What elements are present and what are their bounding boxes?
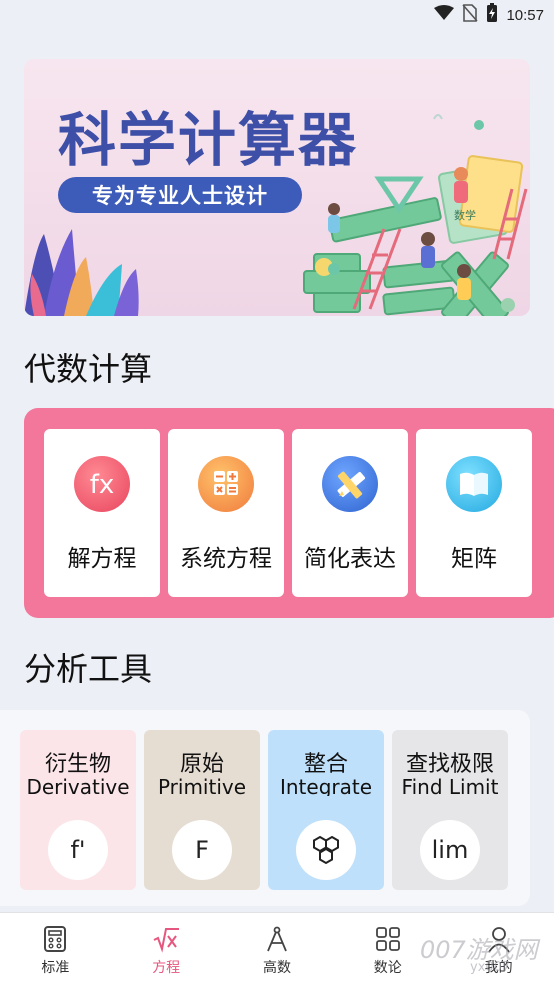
find-limit-en-label: Find Limit <box>401 775 499 796</box>
ruler-pencil-icon <box>322 456 378 512</box>
nav-advanced-math-label: 高数 <box>262 960 291 976</box>
nav-number-theory[interactable]: 数论 <box>332 913 443 984</box>
simplify-expression-label: 简化表达 <box>304 546 396 572</box>
system-equation-card[interactable]: 系统方程 <box>168 429 284 597</box>
nav-mine-label: 我的 <box>484 960 513 976</box>
analysis-panel: 衍生物 Derivative f' 原始 Primitive F 整合 Inte… <box>0 710 530 906</box>
solve-equation-label: 解方程 <box>67 546 137 572</box>
status-bar: 10:57 <box>0 0 554 30</box>
battery-icon <box>486 3 498 27</box>
calculator-grid-icon <box>44 926 67 952</box>
person-icon <box>487 927 510 953</box>
algebra-panel: fx 解方程 系统方程 简化表达 矩阵 <box>24 408 554 618</box>
bottom-nav: 标准 方程 高数 数论 我的 <box>0 912 554 984</box>
promo-banner[interactable]: 数学 科学计算器 专为专业人士设计 <box>24 59 530 316</box>
integrate-card[interactable]: 整合 Integrate <box>268 730 384 890</box>
wifi-icon <box>434 5 455 25</box>
find-limit-card[interactable]: 查找极限 Find Limit lim <box>392 730 508 890</box>
nav-mine[interactable]: 我的 <box>443 913 554 984</box>
fx-icon: fx <box>74 456 130 512</box>
hexagon-cluster-icon <box>296 820 356 880</box>
compass-icon <box>267 926 287 952</box>
four-squares-icon <box>375 927 400 951</box>
solve-equation-card[interactable]: fx 解方程 <box>44 429 160 597</box>
banner-title: 科学计算器 <box>58 106 359 174</box>
analysis-section-title: 分析工具 <box>24 650 153 688</box>
banner-subtitle: 专为专业人士设计 <box>58 177 302 213</box>
nav-advanced-math[interactable]: 高数 <box>222 913 333 984</box>
system-equation-label: 系统方程 <box>180 546 272 572</box>
sqrt-x-icon <box>153 928 180 953</box>
primitive-en-label: Primitive <box>157 775 247 796</box>
find-limit-symbol: lim <box>420 820 480 880</box>
derivative-en-label: Derivative <box>26 775 130 796</box>
integrate-en-label: Integrate <box>279 775 373 796</box>
primitive-card[interactable]: 原始 Primitive F <box>144 730 260 890</box>
matrix-card[interactable]: 矩阵 <box>416 429 532 597</box>
fx-glyph: fx <box>90 470 115 500</box>
nav-standard[interactable]: 标准 <box>0 913 111 984</box>
nav-equation[interactable]: 方程 <box>111 913 222 984</box>
nav-equation-label: 方程 <box>152 960 181 976</box>
nav-number-theory-label: 数论 <box>373 960 402 976</box>
calculator-icon <box>198 456 254 512</box>
book-icon <box>446 456 502 512</box>
matrix-label: 矩阵 <box>451 546 497 572</box>
algebra-section-title: 代数计算 <box>24 350 153 388</box>
simplify-expression-card[interactable]: 简化表达 <box>292 429 408 597</box>
no-sim-icon <box>462 4 479 26</box>
status-time: 10:57 <box>506 6 544 24</box>
nav-standard-label: 标准 <box>41 960 70 976</box>
primitive-symbol: F <box>172 820 232 880</box>
book-label: 数学 <box>454 208 476 222</box>
derivative-symbol: f' <box>48 820 108 880</box>
derivative-card[interactable]: 衍生物 Derivative f' <box>20 730 136 890</box>
